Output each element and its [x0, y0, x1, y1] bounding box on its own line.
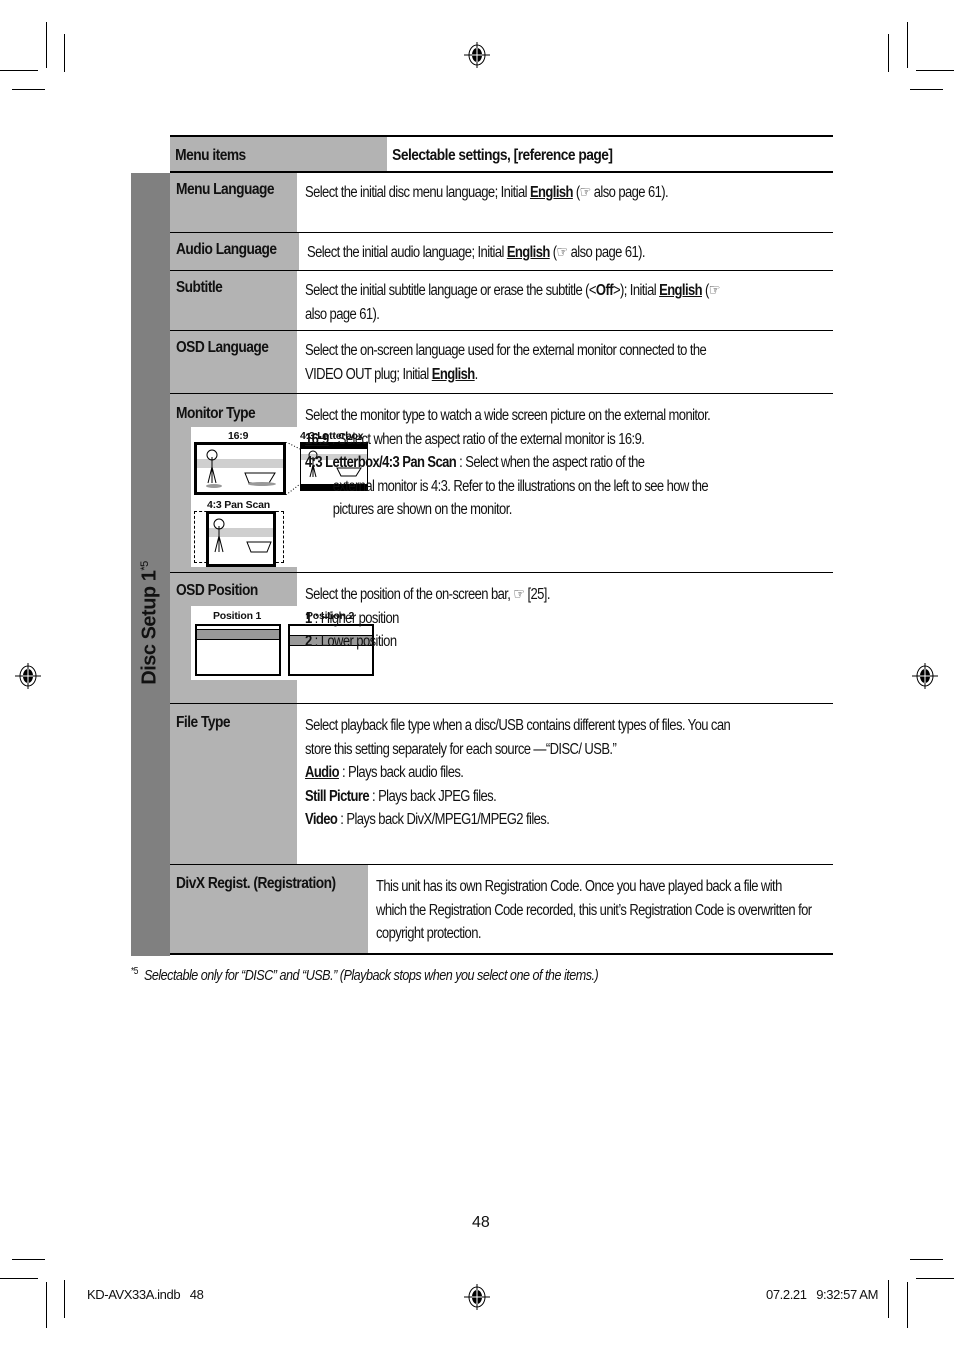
item-name: OSD Position [176, 582, 258, 599]
table-row-osd-language: OSD Language Select the on-screen langua… [170, 331, 833, 394]
crop-mark [916, 1278, 954, 1279]
item-description: Select playback file type when a disc/US… [305, 717, 731, 828]
table-header: Menu items Selectable settings, [referen… [170, 135, 833, 173]
connector-lines [286, 442, 300, 495]
label-position-1: Position 1 [213, 610, 262, 622]
item-description: Select the on-screen language used for t… [305, 342, 707, 383]
registration-mark-icon [912, 663, 938, 689]
label-panscan: 4:3 Pan Scan [207, 499, 270, 511]
footnote: *5 Selectable only for “DISC” and “USB.”… [131, 966, 599, 984]
table-row-menu-language: Menu Language Select the initial disc me… [170, 173, 833, 233]
screen-position-1 [195, 624, 281, 676]
crop-mark [64, 34, 65, 72]
table-row-osd-position: OSD Position Position 1 Position 2 Selec… [170, 573, 833, 704]
header-cell-selectable-settings: Selectable settings, [reference page] [387, 137, 833, 171]
item-description: Select the initial subtitle language or … [305, 282, 720, 323]
crop-mark [64, 1280, 65, 1318]
item-name: Audio Language [176, 241, 277, 258]
item-name: Menu Language [176, 181, 275, 198]
item-name: Monitor Type [176, 405, 256, 422]
section-label: Disc Setup 1*5 [138, 561, 161, 685]
slug-filename: KD-AVX33A.indb 48 [87, 1287, 204, 1302]
crop-mark [12, 1259, 45, 1260]
item-description: Select the position of the on-screen bar… [305, 586, 550, 650]
item-description: This unit has its own Registration Code.… [375, 878, 812, 942]
crop-mark [46, 22, 47, 68]
table-body: Menu Language Select the initial disc me… [170, 173, 904, 955]
crop-mark [907, 1282, 908, 1328]
registration-mark-icon [464, 42, 490, 68]
table-row-audio-language: Audio Language Select the initial audio … [170, 233, 835, 271]
crop-mark [910, 1259, 943, 1260]
scene-panscan [206, 511, 276, 567]
crop-mark [916, 70, 954, 71]
crop-mark [888, 34, 889, 72]
beach-scene-icon [206, 449, 276, 488]
page-number: 48 [472, 1214, 490, 1231]
table-row-divx-registration: DivX Regist. (Registration) This unit ha… [170, 865, 904, 955]
beach-scene-icon [213, 518, 272, 553]
item-description: Select the initial audio language; Initi… [306, 244, 646, 261]
crop-mark [0, 70, 38, 71]
crop-mark [888, 1280, 889, 1318]
item-name: Subtitle [176, 279, 223, 296]
slug-timestamp: 07.2.21 9:32:57 AM [766, 1287, 878, 1302]
table-row-subtitle: Subtitle Select the initial subtitle lan… [170, 271, 833, 331]
item-name: OSD Language [176, 339, 269, 356]
crop-mark [910, 89, 943, 90]
crop-mark [46, 1282, 47, 1328]
scene-16-9 [194, 442, 286, 495]
label-16-9: 16:9 [228, 430, 249, 442]
registration-mark-icon [15, 663, 41, 689]
footnote-ref: *5 [138, 561, 151, 571]
table-row-file-type: File Type Select playback file type when… [170, 704, 833, 865]
item-description: Select the monitor type to watch a wide … [305, 407, 711, 518]
item-name: DivX Regist. (Registration) [176, 875, 336, 892]
registration-mark-icon [464, 1284, 490, 1310]
table-row-monitor-type: Monitor Type 16:9 4:3 Letterbox 4:3 Pan … [170, 394, 833, 573]
item-description: Select the initial disc menu language; I… [305, 184, 669, 201]
section-tab: Disc Setup 1*5 [131, 173, 170, 956]
crop-mark [12, 89, 45, 90]
item-name: File Type [176, 714, 230, 731]
crop-mark [907, 22, 908, 68]
header-cell-menu-items: Menu items [170, 137, 387, 171]
crop-mark [0, 1278, 38, 1279]
